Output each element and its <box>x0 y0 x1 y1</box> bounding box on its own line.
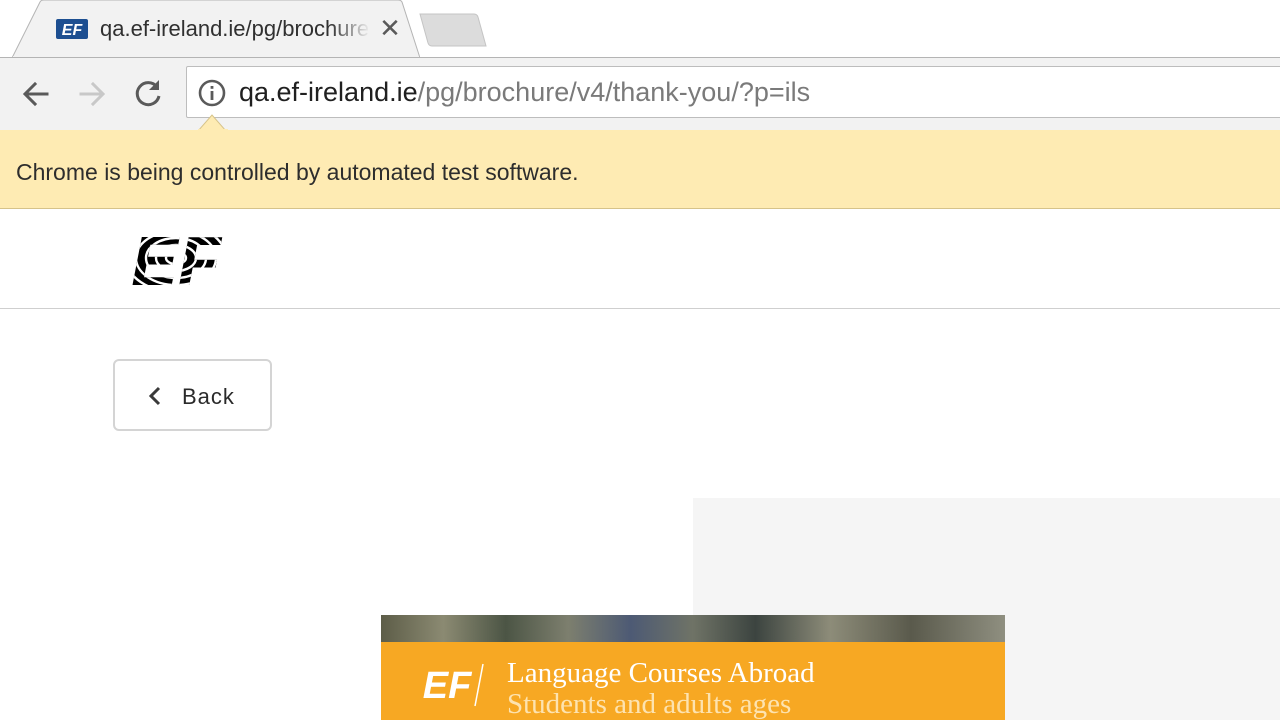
tab-title: qa.ef-ireland.ie/pg/brochure/v4/thank-yo… <box>100 16 368 41</box>
ef-logo-icon: EF <box>56 19 88 39</box>
brochure-ef-logo: EF <box>423 663 484 707</box>
automation-infobar: Chrome is being controlled by automated … <box>0 130 1280 209</box>
svg-text:EF: EF <box>423 665 473 707</box>
browser-tab-active[interactable]: EF qa.ef-ireland.ie/pg/brochure/v4/thank… <box>12 0 420 58</box>
site-header: EF EF <box>0 209 1280 309</box>
svg-text:EF: EF <box>62 22 84 39</box>
infobar-pointer <box>198 114 228 131</box>
brochure-title: Language Courses Abroad <box>507 657 815 689</box>
brochure-photo <box>381 615 1005 642</box>
arrow-left-icon[interactable] <box>14 72 58 116</box>
address-bar[interactable]: qa.ef-ireland.ie/pg/brochure/v4/thank-yo… <box>186 66 1280 118</box>
ef-logo[interactable]: EF EF <box>116 225 236 291</box>
brochure-cover: EF Language Courses Abroad Students and … <box>381 615 1005 720</box>
tab-close-icon[interactable]: ✕ <box>376 14 404 42</box>
infobar-message: Chrome is being controlled by automated … <box>16 159 579 185</box>
chevron-left-icon <box>148 386 161 406</box>
brochure-subtitle: Students and adults ages <box>507 688 792 720</box>
url-path: /pg/brochure/v4/thank-you/?p=ils <box>417 77 811 107</box>
url-host: qa.ef-ireland.ie <box>239 77 418 107</box>
back-button-label: Back <box>182 384 235 409</box>
back-button[interactable]: Back <box>113 359 272 431</box>
browser-tab-strip: EF qa.ef-ireland.ie/pg/brochure/v4/thank… <box>0 0 1280 58</box>
arrow-right-icon[interactable] <box>70 72 114 116</box>
new-tab-icon[interactable] <box>418 12 488 48</box>
address-url[interactable]: qa.ef-ireland.ie/pg/brochure/v4/thank-yo… <box>239 76 810 108</box>
info-icon[interactable] <box>197 78 227 108</box>
tab-title-fade <box>330 10 370 46</box>
browser-toolbar: qa.ef-ireland.ie/pg/brochure/v4/thank-yo… <box>0 58 1280 130</box>
reload-icon[interactable] <box>126 72 170 116</box>
